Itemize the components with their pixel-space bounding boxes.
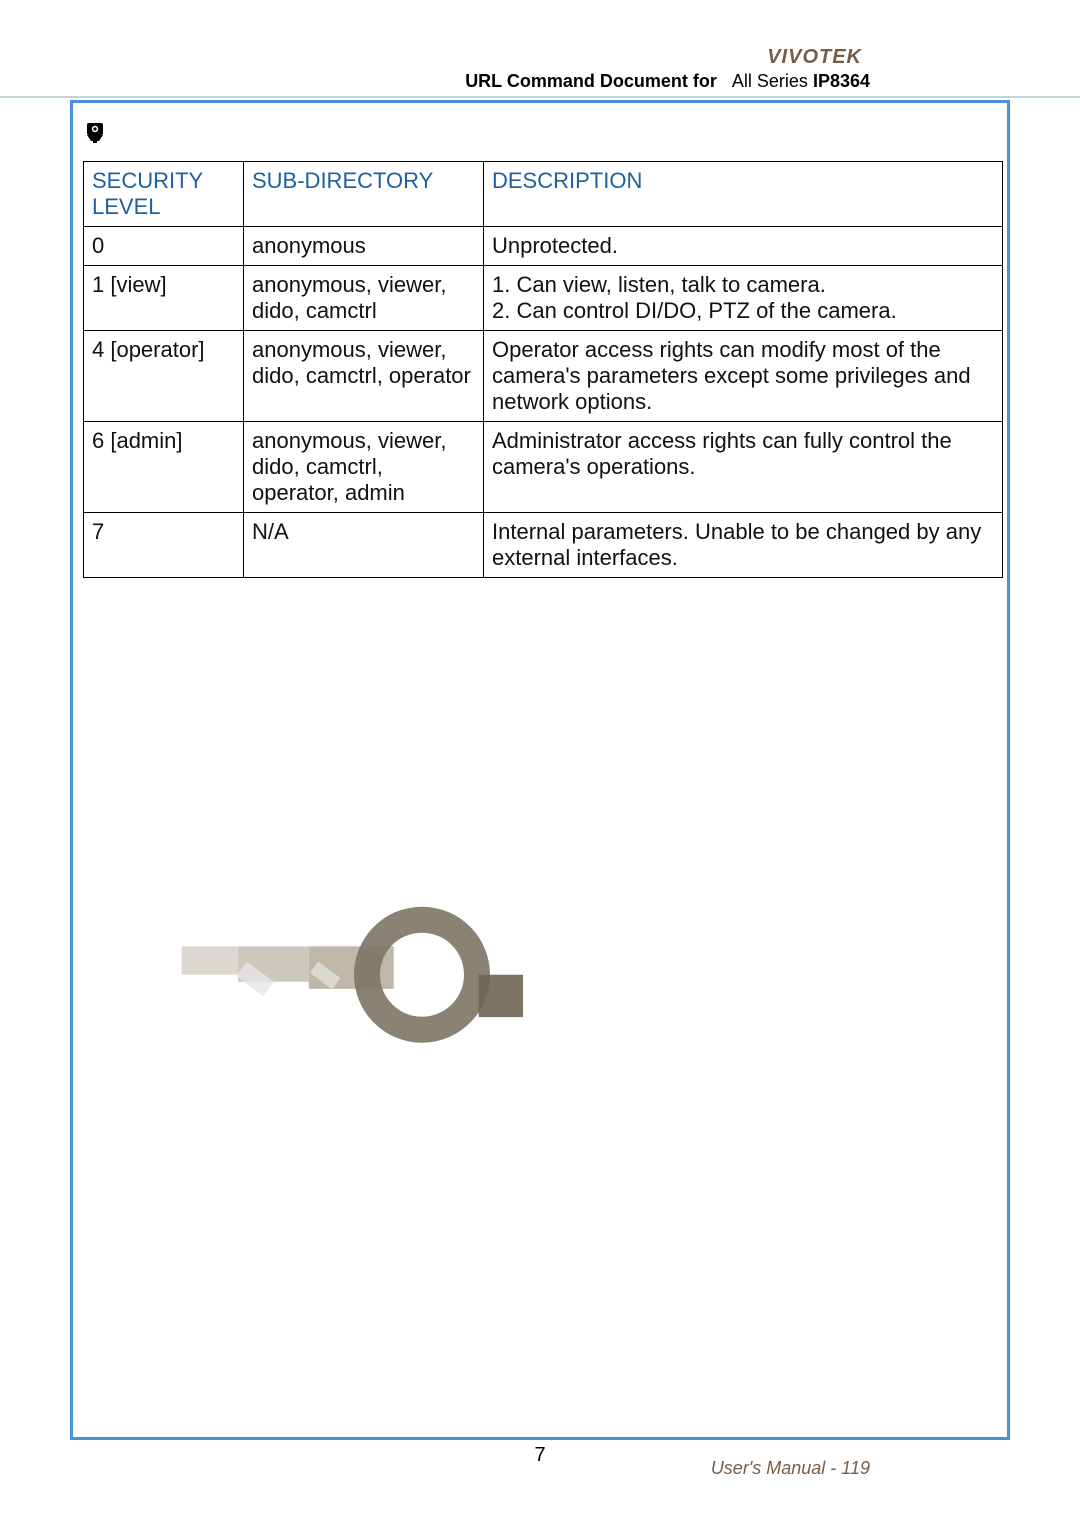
table-row: 6 [admin] anonymous, viewer, dido, camct… <box>84 422 1003 513</box>
cell-level: 0 <box>84 227 244 266</box>
footer-manual-text: User's Manual - <box>711 1458 841 1478</box>
cell-desc: Internal parameters. Unable to be change… <box>484 513 1003 578</box>
cell-level: 6 [admin] <box>84 422 244 513</box>
footer-manual-label: User's Manual - 119 <box>711 1458 870 1479</box>
watermark-logo <box>123 803 523 1203</box>
footer-page-number: 7 <box>0 1444 1080 1467</box>
doc-title-prefix: URL Command Document for <box>465 71 717 91</box>
document-page: VIVOTEK URL Command Document for All Ser… <box>0 0 1080 1527</box>
cell-desc: Administrator access rights can fully co… <box>484 422 1003 513</box>
cell-sub: N/A <box>244 513 484 578</box>
cell-desc: 1. Can view, listen, talk to camera. 2. … <box>484 266 1003 331</box>
camera-icon <box>85 121 109 143</box>
col-header-sub-directory: SUB-DIRECTORY <box>244 162 484 227</box>
table-row: 4 [operator] anonymous, viewer, dido, ca… <box>84 331 1003 422</box>
cell-desc: Unprotected. <box>484 227 1003 266</box>
doc-title-series: All Series <box>732 71 808 91</box>
table-row: 7 N/A Internal parameters. Unable to be … <box>84 513 1003 578</box>
cell-level: 4 [operator] <box>84 331 244 422</box>
page-header: VIVOTEK URL Command Document for All Ser… <box>0 46 1080 92</box>
security-table: SECURITY LEVEL SUB-DIRECTORY DESCRIPTION… <box>83 161 1003 578</box>
col-header-description: DESCRIPTION <box>484 162 1003 227</box>
cell-sub: anonymous <box>244 227 484 266</box>
table-header-row: SECURITY LEVEL SUB-DIRECTORY DESCRIPTION <box>84 162 1003 227</box>
header-divider <box>0 96 1080 98</box>
content-frame: SECURITY LEVEL SUB-DIRECTORY DESCRIPTION… <box>70 100 1010 1440</box>
footer-manual-page: 119 <box>841 1458 870 1478</box>
table-row: 0 anonymous Unprotected. <box>84 227 1003 266</box>
col-header-security-level: SECURITY LEVEL <box>84 162 244 227</box>
cell-level: 1 [view] <box>84 266 244 331</box>
cell-desc: Operator access rights can modify most o… <box>484 331 1003 422</box>
doc-title: URL Command Document for All Series IP83… <box>0 71 870 92</box>
table-row: 1 [view] anonymous, viewer, dido, camctr… <box>84 266 1003 331</box>
doc-title-model: IP8364 <box>813 71 870 91</box>
cell-level: 7 <box>84 513 244 578</box>
brand-label: VIVOTEK <box>0 46 862 69</box>
cell-sub: anonymous, viewer, dido, camctrl, operat… <box>244 422 484 513</box>
cell-sub: anonymous, viewer, dido, camctrl <box>244 266 484 331</box>
cell-sub: anonymous, viewer, dido, camctrl, operat… <box>244 331 484 422</box>
